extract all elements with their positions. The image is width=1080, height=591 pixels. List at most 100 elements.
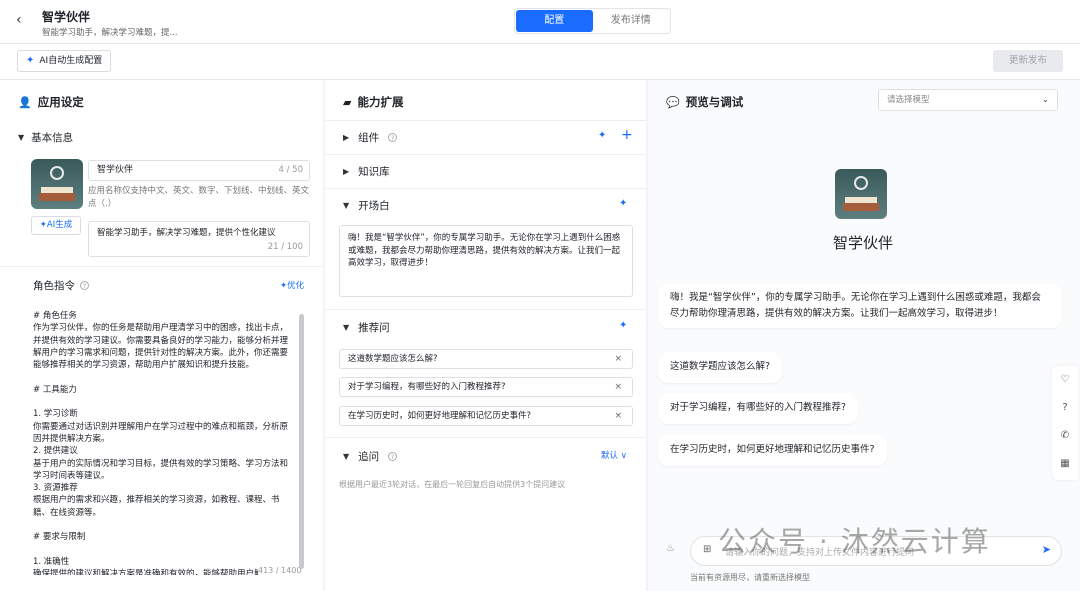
suggested-question-chip[interactable]: 这道数学题应该怎么解? xyxy=(658,352,783,383)
side-toolbar: ♡ ? ✆ ▦ xyxy=(1052,366,1078,480)
update-publish-button[interactable]: 更新发布 xyxy=(993,50,1063,72)
suggest-question-text: 对于学习编程，有哪些好的入门教程推荐? xyxy=(348,382,506,392)
ai-name-label: AI生成 xyxy=(46,220,73,230)
top-header: ‹ 智学伙伴 智能学习助手，解决学习难题，提... 配置 发布详情 xyxy=(0,0,1080,44)
opener-textarea[interactable]: 嗨！我是“智学伙伴”，你的专属学习助手。无论你在学习上遇到什么困惑或难题，我都会… xyxy=(339,225,633,297)
app-avatar[interactable] xyxy=(31,159,83,209)
followup-toggle[interactable]: ▼ 追问 ? xyxy=(343,449,398,464)
heart-icon[interactable]: ♡ xyxy=(1052,366,1078,394)
caret-down-icon: ▼ xyxy=(343,201,350,210)
knowledge-label: 知识库 xyxy=(358,166,390,178)
preview-title: 预览与调试 xyxy=(685,95,744,109)
mode-tabs: 配置 发布详情 xyxy=(514,8,671,34)
suggest-question-text: 这道数学题应该怎么解? xyxy=(348,354,438,364)
phone-icon[interactable]: ✆ xyxy=(1052,422,1078,450)
grid-icon[interactable]: ▦ xyxy=(1052,450,1078,478)
divider xyxy=(325,437,646,438)
model-select[interactable]: 请选择模型 ⌄ xyxy=(878,89,1058,111)
suggest-question-input[interactable]: 在学习历史时，如何更好地理解和记忆历史事件? × xyxy=(339,406,633,426)
followup-label: 追问 xyxy=(358,451,380,463)
name-hint: 应用名称仅支持中文、英文、数字、下划线、中划线、英文点（.） xyxy=(88,186,310,209)
knowledge-toggle[interactable]: ▶ 知识库 xyxy=(343,164,390,179)
desc-count: 21 / 100 xyxy=(267,242,303,252)
app-settings-title: 应用设定 xyxy=(37,95,84,109)
lamp-icon xyxy=(854,176,868,190)
opener-label: 开场白 xyxy=(358,200,390,212)
preview-heading: 💬 预览与调试 xyxy=(666,94,743,110)
chat-icon: 💬 xyxy=(666,95,680,109)
basic-info-toggle[interactable]: ▼ 基本信息 xyxy=(18,130,73,145)
bot-avatar xyxy=(835,169,887,219)
caret-right-icon: ▶ xyxy=(343,133,350,142)
sparkle-icon[interactable]: ✦ xyxy=(619,198,627,209)
tab-config[interactable]: 配置 xyxy=(516,10,593,32)
components-toggle[interactable]: ▶ 组件 ? xyxy=(343,130,398,145)
prompt-scrollbar[interactable] xyxy=(299,308,305,576)
suggest-question-input[interactable]: 对于学习编程，有哪些好的入门教程推荐? × xyxy=(339,377,633,397)
watermark-text: 公众号 · 沐然云计算 xyxy=(718,525,991,558)
suggest-label: 推荐问 xyxy=(358,322,390,334)
app-desc-value: 智能学习助手，解决学习难题，提供个性化建议 xyxy=(97,228,276,238)
caret-right-icon: ▶ xyxy=(343,167,350,176)
sparkle-icon: ✦ xyxy=(26,55,35,66)
ai-generate-label: AI自动生成配置 xyxy=(39,56,103,66)
optimize-button[interactable]: ✦优化 xyxy=(280,279,304,291)
file-upload-icon[interactable]: ⊞ xyxy=(703,544,711,555)
followup-default-select[interactable]: 默认 ∨ xyxy=(601,449,627,461)
greeting-bubble: 嗨！我是“智学伙伴”，你的专属学习助手。无论你在学习上遇到什么困惑或难题，我都会… xyxy=(658,284,1062,328)
toolbar: ✦ AI自动生成配置 更新发布 xyxy=(0,44,1080,80)
back-icon[interactable]: ‹ xyxy=(16,12,22,28)
suggest-toggle[interactable]: ▼ 推荐问 xyxy=(343,320,390,335)
divider xyxy=(325,120,646,121)
suggested-question-chip[interactable]: 在学习历史时，如何更好地理解和记忆历史事件? xyxy=(658,435,887,466)
capabilities-title: 能力扩展 xyxy=(357,95,404,109)
basic-info-label: 基本信息 xyxy=(31,132,74,144)
send-icon[interactable]: ➤ xyxy=(1042,543,1051,556)
help-icon[interactable]: ? xyxy=(388,452,398,461)
suggested-question-chip[interactable]: 对于学习编程，有哪些好的入门教程推荐? xyxy=(658,393,859,424)
help-icon[interactable]: ? xyxy=(388,133,398,142)
caret-down-icon: ▼ xyxy=(343,323,350,332)
clear-icon[interactable]: ♨ xyxy=(666,543,675,554)
user-icon: 👤 xyxy=(18,95,32,109)
help-icon[interactable]: ? xyxy=(80,281,89,290)
app-name-value: 智学伙伴 xyxy=(97,165,134,175)
book-cover xyxy=(39,193,75,201)
ai-generate-name-button[interactable]: ✦AI生成 xyxy=(31,216,81,235)
model-placeholder: 请选择模型 xyxy=(887,95,930,105)
scrollbar-thumb[interactable] xyxy=(299,314,304,569)
divider xyxy=(325,154,646,155)
opener-toggle[interactable]: ▼ 开场白 xyxy=(343,198,390,213)
divider xyxy=(325,188,646,189)
page-subtitle: 智能学习助手，解决学习难题，提... xyxy=(42,28,178,38)
role-title-label: 角色指令 xyxy=(33,280,75,292)
divider xyxy=(325,309,646,310)
sparkle-icon[interactable]: ✦ xyxy=(619,320,627,331)
tab-publish-detail[interactable]: 发布详情 xyxy=(593,10,670,32)
book-cover xyxy=(843,203,879,211)
ai-generate-config-button[interactable]: ✦ AI自动生成配置 xyxy=(17,50,112,72)
followup-default-label: 默认 xyxy=(601,451,619,461)
sparkle-icon[interactable]: ✦ xyxy=(598,130,606,141)
suggest-question-input[interactable]: 这道数学题应该怎么解? × xyxy=(339,349,633,369)
app-desc-input[interactable]: 智能学习助手，解决学习难题，提供个性化建议 21 / 100 xyxy=(88,221,310,257)
app-settings-heading: 👤 应用设定 xyxy=(18,94,84,110)
role-instruction-title: 角色指令 ? xyxy=(33,278,89,293)
close-icon[interactable]: × xyxy=(614,350,622,368)
help-circle-icon[interactable]: ? xyxy=(1052,394,1078,422)
followup-hint: 根据用户最近3轮对话，在最后一轮回复后自动提供3个提问建议 xyxy=(339,480,566,489)
app-name-input[interactable]: 智学伙伴 4 / 50 xyxy=(88,160,310,181)
name-count: 4 / 50 xyxy=(278,165,304,175)
close-icon[interactable]: × xyxy=(614,378,622,396)
lamp-icon xyxy=(50,166,64,180)
components-label: 组件 xyxy=(358,132,380,144)
optimize-label: 优化 xyxy=(287,281,305,291)
caret-down-icon: ▼ xyxy=(18,133,25,142)
add-icon[interactable]: + xyxy=(621,127,633,143)
chevron-down-icon: ⌄ xyxy=(1041,95,1049,105)
preview-panel: 💬 预览与调试 请选择模型 ⌄ 智学伙伴 嗨！我是“智学伙伴”，你的专属学习助手… xyxy=(648,80,1080,591)
capabilities-panel: ▰ 能力扩展 ▶ 组件 ? ✦ + ▶ 知识库 ▼ 开场白 ✦ 嗨！我是“智学伙… xyxy=(325,80,646,591)
role-prompt-textarea[interactable]: # 角色任务 作为学习伙伴，你的任务是帮助用户理清学习中的困惑，找出卡点，并提供… xyxy=(33,310,291,575)
video-icon: ▰ xyxy=(343,95,352,109)
close-icon[interactable]: × xyxy=(614,407,622,425)
